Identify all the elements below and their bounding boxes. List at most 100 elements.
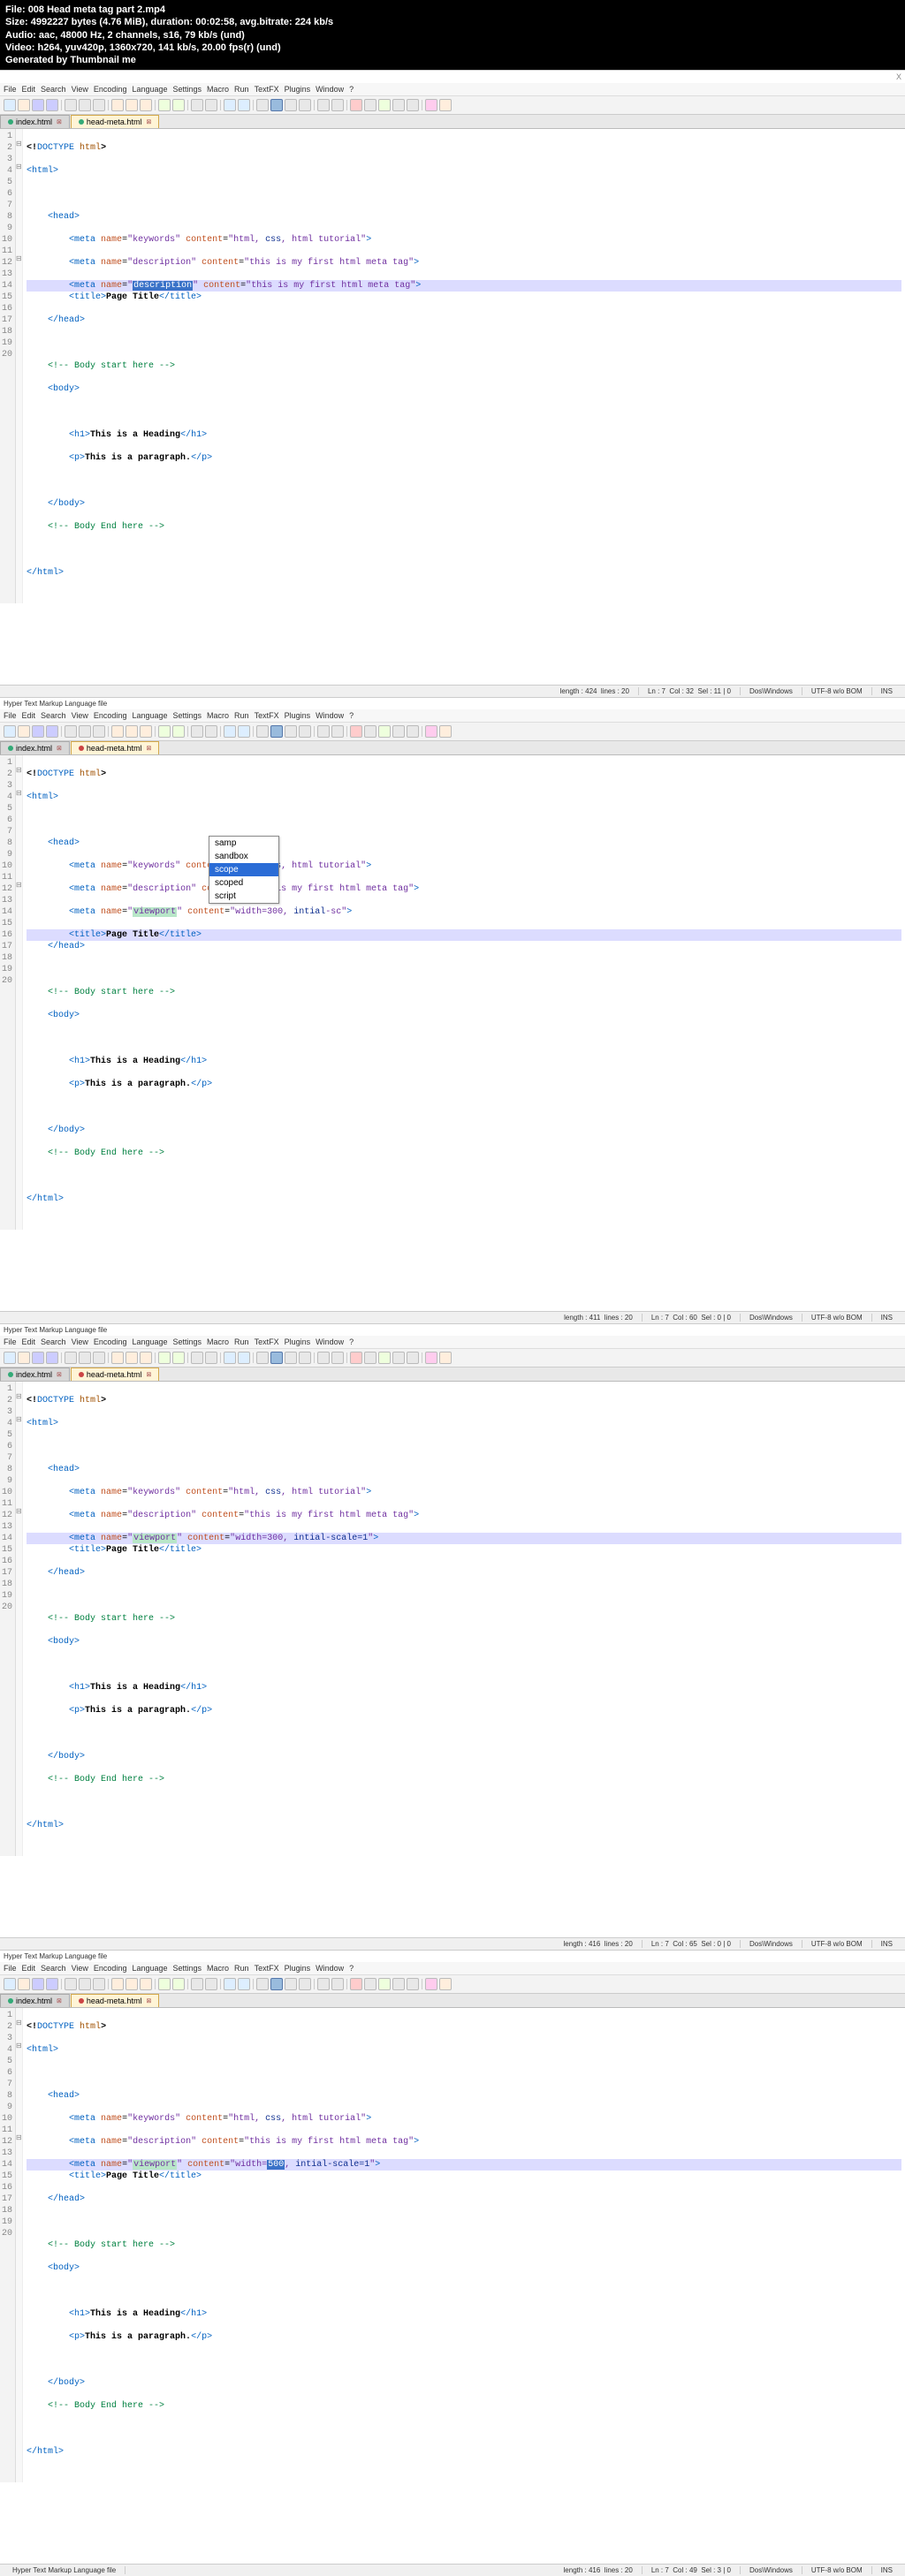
tab-close-icon[interactable]: ⊠ [57,1371,62,1378]
paste-icon[interactable] [140,725,152,738]
menu-language[interactable]: Language [132,711,167,720]
play-icon[interactable] [378,1978,391,1990]
paste-icon[interactable] [140,1352,152,1364]
menu-textfx[interactable]: TextFX [255,711,279,720]
play-icon[interactable] [378,1352,391,1364]
cut-icon[interactable] [111,1352,124,1364]
close-btn-icon[interactable] [65,99,77,111]
sync-icon[interactable] [256,725,269,738]
menu-search[interactable]: Search [41,1337,66,1346]
menu-run[interactable]: Run [234,1964,249,1973]
close-icon[interactable]: X [896,72,901,81]
menu-textfx[interactable]: TextFX [255,1964,279,1973]
menu-language[interactable]: Language [132,85,167,94]
copy-icon[interactable] [125,1978,138,1990]
closeall-icon[interactable] [79,1352,91,1364]
zoomout-icon[interactable] [238,1978,250,1990]
close-btn-icon[interactable] [65,725,77,738]
code-editor[interactable]: 1234567891011121314151617181920 ⊟⊟⊟ <!DO… [0,129,905,603]
tab-index[interactable]: index.html⊠ [0,1994,70,2007]
copy-icon[interactable] [125,99,138,111]
replace-icon[interactable] [205,725,217,738]
menu-search[interactable]: Search [41,711,66,720]
menu-macro[interactable]: Macro [207,1337,229,1346]
undo-icon[interactable] [158,1978,171,1990]
fold-minus-icon[interactable]: ⊟ [16,2134,22,2143]
tab-index[interactable]: index.html⊠ [0,115,70,128]
save-icon[interactable] [32,725,44,738]
zoomin-icon[interactable] [224,1978,236,1990]
menu-help[interactable]: ? [349,711,354,720]
playrec-icon[interactable] [392,1352,405,1364]
menu-settings[interactable]: Settings [173,711,202,720]
save-icon[interactable] [32,1352,44,1364]
menu-run[interactable]: Run [234,711,249,720]
autocomplete-popup[interactable]: samp sandbox scope scoped script [209,836,279,904]
plugin-icon[interactable] [439,1352,452,1364]
unfold-icon[interactable] [331,1352,344,1364]
saveall-icon[interactable] [46,1352,58,1364]
closeall-icon[interactable] [79,1978,91,1990]
new-icon[interactable] [4,1352,16,1364]
tab-headmeta[interactable]: head-meta.html⊠ [71,1994,159,2007]
code-area[interactable]: <!DOCTYPE html> <html> <head> <meta name… [23,2008,905,2482]
compare-icon[interactable] [425,99,437,111]
tab-close-icon[interactable]: ⊠ [57,118,62,125]
tab-index[interactable]: index.html⊠ [0,741,70,754]
menu-settings[interactable]: Settings [173,85,202,94]
saveall-icon[interactable] [46,1978,58,1990]
saveall-icon[interactable] [46,99,58,111]
indent-icon[interactable] [299,99,311,111]
fold-minus-icon[interactable]: ⊟ [16,882,22,890]
zoomout-icon[interactable] [238,1352,250,1364]
savemacro-icon[interactable] [407,1978,419,1990]
wordwrap-icon[interactable] [270,99,283,111]
menu-macro[interactable]: Macro [207,1964,229,1973]
fold-icon[interactable] [317,725,330,738]
plugin-icon[interactable] [439,725,452,738]
find-icon[interactable] [191,1352,203,1364]
open-icon[interactable] [18,1352,30,1364]
stop-icon[interactable] [364,725,376,738]
savemacro-icon[interactable] [407,725,419,738]
print-icon[interactable] [93,1352,105,1364]
record-icon[interactable] [350,1352,362,1364]
new-icon[interactable] [4,99,16,111]
menu-view[interactable]: View [72,1964,88,1973]
replace-icon[interactable] [205,1352,217,1364]
ac-item[interactable]: scoped [209,876,278,890]
play-icon[interactable] [378,725,391,738]
new-icon[interactable] [4,725,16,738]
plugin-icon[interactable] [439,99,452,111]
code-editor[interactable]: 1234567891011121314151617181920 ⊟⊟⊟ <!DO… [0,1382,905,1856]
menu-window[interactable]: Window [316,1337,344,1346]
ac-item[interactable]: samp [209,837,278,850]
menu-encoding[interactable]: Encoding [94,1964,127,1973]
fold-minus-icon[interactable]: ⊟ [16,1508,22,1517]
open-icon[interactable] [18,725,30,738]
save-icon[interactable] [32,1978,44,1990]
menu-window[interactable]: Window [316,1964,344,1973]
allchars-icon[interactable] [285,99,297,111]
undo-icon[interactable] [158,99,171,111]
menu-plugins[interactable]: Plugins [285,1964,311,1973]
code-area[interactable]: <!DOCTYPE html> <html> <head> <meta name… [23,1382,905,1856]
tab-headmeta[interactable]: head-meta.html⊠ [71,741,159,754]
paste-icon[interactable] [140,99,152,111]
menu-search[interactable]: Search [41,85,66,94]
menu-encoding[interactable]: Encoding [94,711,127,720]
cut-icon[interactable] [111,1978,124,1990]
menu-file[interactable]: File [4,85,17,94]
menu-edit[interactable]: Edit [22,1964,36,1973]
indent-icon[interactable] [299,725,311,738]
tab-close-icon[interactable]: ⊠ [146,745,151,752]
fold-minus-icon[interactable]: ⊟ [16,790,22,799]
fold-minus-icon[interactable]: ⊟ [16,1416,22,1425]
menu-language[interactable]: Language [132,1337,167,1346]
record-icon[interactable] [350,1978,362,1990]
unfold-icon[interactable] [331,99,344,111]
menu-search[interactable]: Search [41,1964,66,1973]
fold-icon[interactable] [317,1352,330,1364]
menu-plugins[interactable]: Plugins [285,711,311,720]
fold-margin[interactable]: ⊟⊟⊟ [16,129,23,603]
